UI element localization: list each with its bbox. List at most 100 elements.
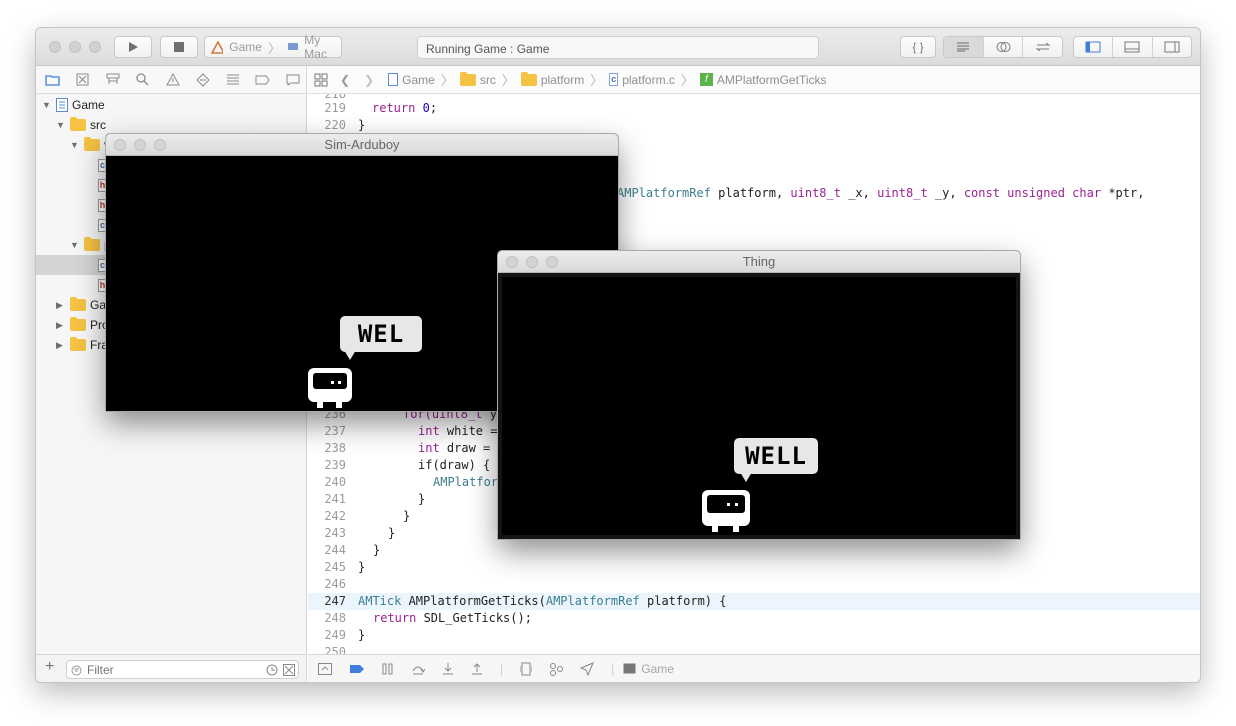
zoom-traffic-light[interactable] xyxy=(89,41,101,53)
breakpoints-toggle-icon[interactable] xyxy=(349,664,365,674)
crumb-src[interactable]: src xyxy=(459,71,496,87)
view-hierarchy-icon[interactable] xyxy=(520,662,533,676)
game-screen[interactable]: WELL xyxy=(502,277,1016,535)
tree-row-subfolder[interactable]: ▼ v xyxy=(70,135,110,155)
stop-button[interactable] xyxy=(160,36,198,58)
robot-eye xyxy=(727,503,730,506)
function-icon: f xyxy=(699,73,713,86)
memory-graph-icon[interactable] xyxy=(549,662,564,676)
debug-icon[interactable] xyxy=(224,72,241,88)
arrows-icon xyxy=(1035,42,1051,52)
forward-arrow-icon[interactable]: ❯ xyxy=(364,73,374,87)
speech-bubble-tail xyxy=(344,350,356,360)
report-icon[interactable] xyxy=(284,72,301,88)
step-over-icon[interactable] xyxy=(411,663,425,675)
project-file-icon xyxy=(388,73,399,86)
code-token: if(draw) { xyxy=(418,458,491,472)
code-token: AMPlatformGetTicks( xyxy=(401,594,546,608)
minimize-traffic-light[interactable] xyxy=(134,139,146,151)
run-button[interactable] xyxy=(114,36,152,58)
pause-icon[interactable] xyxy=(382,663,394,675)
scheme-selector[interactable]: Game 〉 My Mac xyxy=(204,33,342,61)
tree-label: src xyxy=(90,118,106,132)
divider: | xyxy=(500,661,504,676)
code-line-current: 247 AMTick AMPlatformGetTicks(AMPlatformR… xyxy=(308,593,1200,610)
tree-row-platform[interactable]: ▼ p xyxy=(70,235,111,255)
line-number: 220 xyxy=(324,118,346,132)
crumb-platform-folder[interactable]: platform xyxy=(520,71,584,87)
crumb-label: src xyxy=(479,72,496,87)
assistant-editor-button[interactable] xyxy=(984,37,1024,57)
library-button[interactable]: { } xyxy=(900,36,936,58)
scheme-target-label: Game xyxy=(229,40,262,54)
line-number: 249 xyxy=(324,628,346,642)
toggle-navigator-button[interactable] xyxy=(1074,37,1114,57)
folder-icon xyxy=(520,71,537,86)
code-token: AMTick xyxy=(358,594,402,608)
scheme-device-label: My Mac xyxy=(304,33,327,61)
step-out-icon[interactable] xyxy=(471,662,483,675)
warning-icon[interactable] xyxy=(164,72,181,88)
robot-leg xyxy=(712,524,718,532)
toolbar: Game 〉 My Mac Running Game : Game { } xyxy=(36,28,1200,66)
version-editor-button[interactable] xyxy=(1023,37,1062,57)
robot-leg xyxy=(336,400,342,408)
grid-icon[interactable] xyxy=(314,73,328,87)
crumb-project[interactable]: Game xyxy=(388,73,435,87)
crumb-function[interactable]: f AMPlatformGetTicks xyxy=(699,73,827,87)
step-into-icon[interactable] xyxy=(442,662,454,675)
test-icon[interactable] xyxy=(194,72,211,88)
process-selector[interactable]: Game xyxy=(623,662,674,676)
crumb-file[interactable]: c platform.c xyxy=(609,73,675,87)
close-traffic-light[interactable] xyxy=(49,41,61,53)
breakpoint-icon[interactable] xyxy=(254,72,271,88)
window-title: Sim-Arduboy xyxy=(324,137,400,152)
tree-row-src[interactable]: ▼ src xyxy=(56,115,106,135)
scheme-separator: 〉 xyxy=(267,40,281,56)
filter-input[interactable] xyxy=(66,660,299,679)
source-control-icon[interactable] xyxy=(74,72,91,88)
line-number: 240 xyxy=(324,475,346,489)
line-number: 219 xyxy=(324,101,346,115)
crumb-label: Game xyxy=(402,72,435,87)
zoom-traffic-light[interactable] xyxy=(154,139,166,151)
crumb-separator: 〉 xyxy=(680,73,694,88)
project-file-icon xyxy=(56,98,68,112)
folder-icon xyxy=(70,117,86,131)
close-traffic-light[interactable] xyxy=(506,256,518,268)
code-braces-icon: { } xyxy=(912,40,924,54)
source-filter-icon[interactable] xyxy=(283,664,295,676)
robot-eye xyxy=(331,381,334,384)
standard-editor-button[interactable] xyxy=(944,37,984,57)
assistant-icon xyxy=(996,42,1010,52)
folder-icon[interactable] xyxy=(44,72,61,88)
close-traffic-light[interactable] xyxy=(114,139,126,151)
zoom-traffic-light[interactable] xyxy=(546,256,558,268)
minimize-traffic-light[interactable] xyxy=(69,41,81,53)
code-line: 248 return SDL_GetTicks(); xyxy=(308,610,1200,627)
minimize-traffic-light[interactable] xyxy=(526,256,538,268)
robot-character xyxy=(308,368,352,408)
line-number: 250 xyxy=(324,645,346,654)
folder-icon xyxy=(70,297,86,311)
symbol-icon[interactable] xyxy=(104,72,121,88)
robot-eye xyxy=(735,503,738,506)
speech-text: WELL xyxy=(745,442,807,470)
tree-row-project[interactable]: ▼ Game xyxy=(42,95,105,115)
speech-bubble: WELL xyxy=(734,438,818,474)
code-line: 245} xyxy=(308,559,1200,576)
toggle-debug-area-button[interactable] xyxy=(1113,37,1153,57)
code-token: const unsigned char xyxy=(963,186,1102,200)
clock-icon[interactable] xyxy=(266,664,278,676)
hide-debug-icon[interactable] xyxy=(318,662,332,675)
toggle-inspector-button[interactable] xyxy=(1153,37,1191,57)
code-token: *ptr, xyxy=(1101,186,1145,200)
location-icon[interactable] xyxy=(580,661,595,676)
divider: | xyxy=(611,661,615,676)
code-token: uint8_t xyxy=(877,186,928,200)
add-icon[interactable]: + xyxy=(45,658,54,676)
line-number: 241 xyxy=(324,492,346,506)
back-arrow-icon[interactable]: ❮ xyxy=(340,73,350,87)
robot-face xyxy=(313,373,347,389)
search-icon[interactable] xyxy=(134,72,151,88)
